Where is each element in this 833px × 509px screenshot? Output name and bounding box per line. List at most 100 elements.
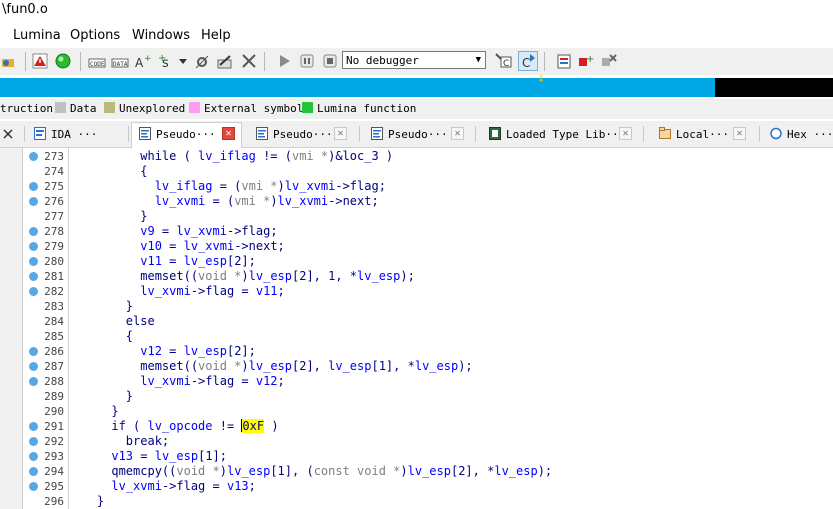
menu-help[interactable]: Help bbox=[201, 28, 231, 43]
breakpoint-dot-icon[interactable] bbox=[29, 242, 38, 251]
code-text[interactable]: v12 = lv_esp[2]; bbox=[68, 344, 256, 359]
delete-breakpoint-icon[interactable] bbox=[600, 52, 618, 70]
code-text[interactable]: v9 = lv_xvmi->flag; bbox=[68, 224, 277, 239]
tab-pseudocode-3[interactable]: Pseudo··· ✕ bbox=[364, 123, 470, 146]
breakpoint-dot-icon[interactable] bbox=[29, 422, 38, 431]
menu-windows[interactable]: Windows bbox=[132, 28, 190, 43]
code-line[interactable]: 273 while ( lv_iflag != (vmi *)&loc_3 ) bbox=[0, 149, 833, 164]
breakpoint-dot-icon[interactable] bbox=[29, 287, 38, 296]
code-icon[interactable]: CODE bbox=[88, 52, 106, 70]
code-line[interactable]: 278 v9 = lv_xvmi->flag; bbox=[0, 224, 833, 239]
tab-pseudocode-2[interactable]: Pseudo··· ✕ bbox=[249, 123, 353, 146]
code-text[interactable]: } bbox=[68, 209, 147, 224]
code-text[interactable]: } bbox=[68, 494, 104, 509]
menu-lumina[interactable]: Lumina bbox=[13, 28, 61, 43]
code-line[interactable]: 290 } bbox=[0, 404, 833, 419]
data-icon[interactable]: DATA bbox=[111, 52, 129, 70]
code-text[interactable]: memset((void *)lv_esp[2], 1, *lv_esp); bbox=[68, 269, 415, 284]
breakpoint-dot-icon[interactable] bbox=[29, 152, 38, 161]
close-icon[interactable]: ✕ bbox=[334, 127, 347, 140]
code-line[interactable]: 287 memset((void *)lv_esp[2], lv_esp[1],… bbox=[0, 359, 833, 374]
code-text[interactable]: memset((void *)lv_esp[2], lv_esp[1], *lv… bbox=[68, 359, 472, 374]
code-text[interactable]: qmemcpy((void *)lv_esp[1], (const void *… bbox=[68, 464, 552, 479]
code-line[interactable]: 283 } bbox=[0, 299, 833, 314]
patch-icon[interactable] bbox=[216, 52, 234, 70]
code-text[interactable]: lv_xvmi->flag = v13; bbox=[68, 479, 256, 494]
breakpoint-dot-icon[interactable] bbox=[29, 182, 38, 191]
code-line[interactable]: 292 break; bbox=[0, 434, 833, 449]
tab-close-left[interactable] bbox=[0, 123, 24, 146]
close-icon[interactable]: ✕ bbox=[222, 127, 235, 140]
breakpoint-dot-icon[interactable] bbox=[29, 362, 38, 371]
navigation-band[interactable]: ⇓ bbox=[0, 74, 833, 98]
tab-hex-view[interactable]: Hex ··· bbox=[763, 123, 833, 146]
add-struct-icon[interactable]: s + bbox=[158, 52, 176, 70]
code-line[interactable]: 282 lv_xvmi->flag = v11; bbox=[0, 284, 833, 299]
breakpoint-dot-icon[interactable] bbox=[29, 482, 38, 491]
code-text[interactable]: if ( lv_opcode != 0xF ) bbox=[68, 419, 279, 434]
run-green-icon[interactable] bbox=[54, 52, 72, 70]
close-icon[interactable]: ✕ bbox=[733, 127, 746, 140]
code-text[interactable]: lv_xvmi->flag = v12; bbox=[68, 374, 285, 389]
add-breakpoint-icon[interactable]: + bbox=[577, 52, 595, 70]
code-line[interactable]: 279 v10 = lv_xvmi->next; bbox=[0, 239, 833, 254]
breakpoint-dot-icon[interactable] bbox=[29, 272, 38, 281]
tab-loaded-type-libraries[interactable]: Loaded Type Lib··· ✕ bbox=[482, 123, 638, 146]
tab-local-types[interactable]: Local··· ✕ bbox=[652, 123, 752, 146]
code-line[interactable]: 293 v13 = lv_esp[1]; bbox=[0, 449, 833, 464]
code-line[interactable]: 296 } bbox=[0, 494, 833, 509]
step-into-icon[interactable]: C bbox=[518, 51, 538, 71]
code-line[interactable]: 284 else bbox=[0, 314, 833, 329]
breakpoint-dot-icon[interactable] bbox=[29, 452, 38, 461]
code-line[interactable]: 275 lv_iflag = (vmi *)lv_xvmi->flag; bbox=[0, 179, 833, 194]
code-line[interactable]: 294 qmemcpy((void *)lv_esp[1], (const vo… bbox=[0, 464, 833, 479]
code-line[interactable]: 277 } bbox=[0, 209, 833, 224]
navigation-band-unexplored-region[interactable] bbox=[715, 78, 833, 97]
code-line[interactable]: 289 } bbox=[0, 389, 833, 404]
tab-ida-view[interactable]: IDA ··· bbox=[27, 123, 127, 146]
attach-process-icon[interactable]: C bbox=[495, 52, 513, 70]
lumina-pull-icon[interactable] bbox=[0, 52, 18, 70]
code-line[interactable]: 281 memset((void *)lv_esp[2], 1, *lv_esp… bbox=[0, 269, 833, 284]
close-icon[interactable]: ✕ bbox=[619, 127, 632, 140]
code-text[interactable]: { bbox=[68, 164, 147, 179]
add-enum-icon[interactable] bbox=[193, 52, 211, 70]
code-text[interactable]: { bbox=[68, 329, 133, 344]
code-line[interactable]: 280 v11 = lv_esp[2]; bbox=[0, 254, 833, 269]
code-line[interactable]: 285 { bbox=[0, 329, 833, 344]
code-text[interactable]: v11 = lv_esp[2]; bbox=[68, 254, 256, 269]
code-line[interactable]: 276 lv_xvmi = (vmi *)lv_xvmi->next; bbox=[0, 194, 833, 209]
code-text[interactable]: break; bbox=[68, 434, 169, 449]
code-line[interactable]: 286 v12 = lv_esp[2]; bbox=[0, 344, 833, 359]
code-text[interactable]: lv_xvmi->flag = v11; bbox=[68, 284, 285, 299]
breakpoint-dot-icon[interactable] bbox=[29, 347, 38, 356]
breakpoint-dot-icon[interactable] bbox=[29, 377, 38, 386]
code-text[interactable]: } bbox=[68, 404, 118, 419]
code-text[interactable]: else bbox=[68, 314, 155, 329]
string-icon[interactable]: A + bbox=[134, 52, 152, 70]
breakpoint-dot-icon[interactable] bbox=[29, 197, 38, 206]
warning-icon[interactable] bbox=[31, 52, 49, 70]
code-line[interactable]: 295 lv_xvmi->flag = v13; bbox=[0, 479, 833, 494]
navigation-band-code-region[interactable] bbox=[0, 78, 715, 97]
pseudocode-editor[interactable]: 273 while ( lv_iflag != (vmi *)&loc_3 ) 2… bbox=[0, 148, 833, 509]
code-text[interactable]: lv_xvmi = (vmi *)lv_xvmi->next; bbox=[68, 194, 379, 209]
code-text[interactable]: v13 = lv_esp[1]; bbox=[68, 449, 227, 464]
code-text[interactable]: while ( lv_iflag != (vmi *)&loc_3 ) bbox=[68, 149, 393, 164]
code-line[interactable]: 288 lv_xvmi->flag = v12; bbox=[0, 374, 833, 389]
chevron-down-icon[interactable] bbox=[178, 52, 188, 70]
breakpoint-dot-icon[interactable] bbox=[29, 257, 38, 266]
tab-pseudocode-active[interactable]: Pseudo··· ✕ bbox=[131, 122, 242, 149]
code-text[interactable]: lv_iflag = (vmi *)lv_xvmi->flag; bbox=[68, 179, 386, 194]
close-icon[interactable] bbox=[240, 52, 258, 70]
pause-icon[interactable] bbox=[298, 52, 316, 70]
code-line[interactable]: 291 if ( lv_opcode != 0xF ) bbox=[0, 419, 833, 434]
play-icon[interactable] bbox=[275, 52, 293, 70]
breakpoint-dot-icon[interactable] bbox=[29, 437, 38, 446]
code-text[interactable]: v10 = lv_xvmi->next; bbox=[68, 239, 285, 254]
menu-options[interactable]: Options bbox=[70, 28, 120, 43]
breakpoint-dot-icon[interactable] bbox=[29, 467, 38, 476]
close-icon[interactable]: ✕ bbox=[451, 127, 464, 140]
code-line[interactable]: 274 { bbox=[0, 164, 833, 179]
code-text[interactable]: } bbox=[68, 389, 133, 404]
